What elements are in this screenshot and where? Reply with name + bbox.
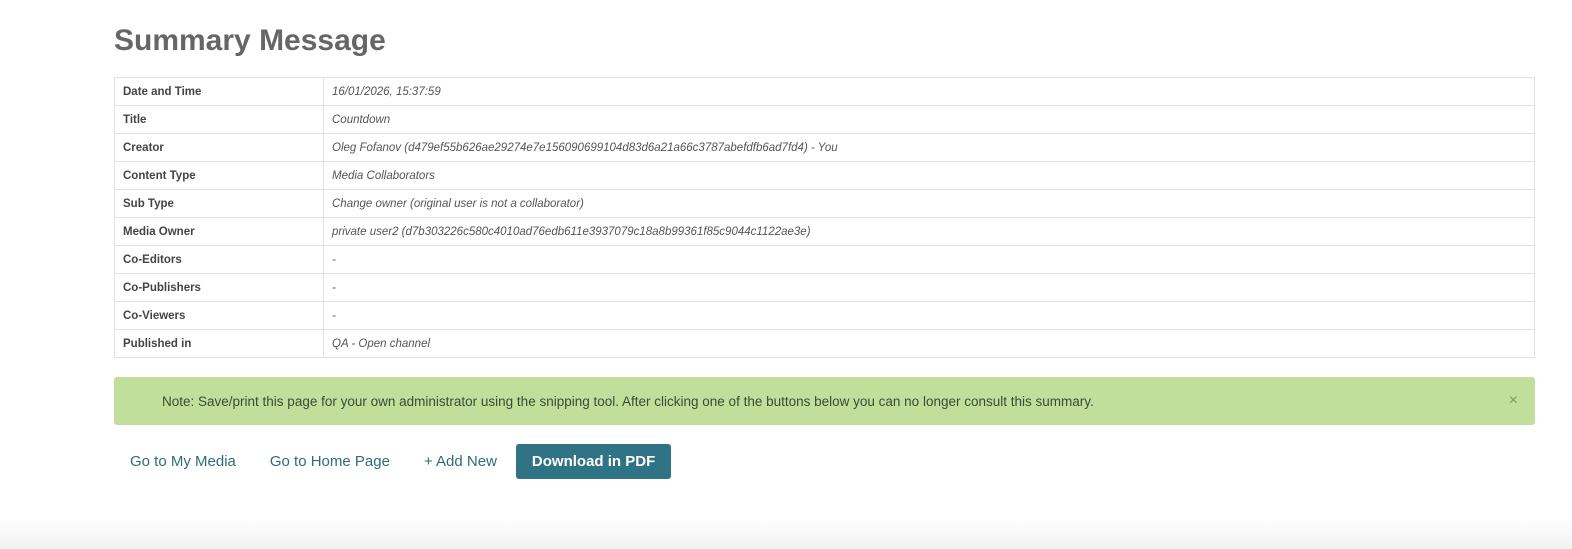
row-label: Creator (114, 133, 324, 162)
row-label: Published in (114, 329, 324, 358)
table-row: Co-Viewers - (114, 301, 1535, 330)
row-label: Co-Editors (114, 245, 324, 274)
close-icon[interactable]: × (1509, 393, 1518, 409)
row-label: Content Type (114, 161, 324, 190)
row-label: Co-Publishers (114, 273, 324, 302)
table-row: Creator Oleg Fofanov (d479ef55b626ae2927… (114, 133, 1535, 162)
action-bar: Go to My Media Go to Home Page + Add New… (114, 444, 672, 479)
page-title: Summary Message (114, 24, 386, 57)
row-value: Oleg Fofanov (d479ef55b626ae29274e7e1560… (323, 133, 1535, 162)
row-value: - (323, 245, 1535, 274)
row-label: Title (114, 105, 324, 134)
note-text: Note: Save/print this page for your own … (162, 393, 1094, 409)
row-value: - (323, 301, 1535, 330)
row-value: QA - Open channel (323, 329, 1535, 358)
table-row: Media Owner private user2 (d7b303226c580… (114, 217, 1535, 246)
table-row: Sub Type Change owner (original user is … (114, 189, 1535, 218)
table-row: Content Type Media Collaborators (114, 161, 1535, 190)
bottom-fade (0, 517, 1572, 549)
row-label: Media Owner (114, 217, 324, 246)
add-new-link[interactable]: + Add New (407, 444, 514, 479)
table-row: Co-Publishers - (114, 273, 1535, 302)
go-to-home-page-link[interactable]: Go to Home Page (253, 444, 407, 479)
row-value: Media Collaborators (323, 161, 1535, 190)
row-value: - (323, 273, 1535, 302)
row-value: Countdown (323, 105, 1535, 134)
table-row: Date and Time 16/01/2026, 15:37:59 (114, 77, 1535, 106)
table-row: Co-Editors - (114, 245, 1535, 274)
row-value: Change owner (original user is not a col… (323, 189, 1535, 218)
row-value: 16/01/2026, 15:37:59 (323, 77, 1535, 106)
row-label: Co-Viewers (114, 301, 324, 330)
table-row: Published in QA - Open channel (114, 329, 1535, 358)
table-row: Title Countdown (114, 105, 1535, 134)
download-pdf-button[interactable]: Download in PDF (515, 444, 672, 479)
note-alert: Note: Save/print this page for your own … (114, 377, 1535, 425)
row-label: Date and Time (114, 77, 324, 106)
go-to-my-media-link[interactable]: Go to My Media (114, 444, 253, 479)
row-value: private user2 (d7b303226c580c4010ad76edb… (323, 217, 1535, 246)
row-label: Sub Type (114, 189, 324, 218)
summary-table: Date and Time 16/01/2026, 15:37:59 Title… (114, 77, 1535, 358)
